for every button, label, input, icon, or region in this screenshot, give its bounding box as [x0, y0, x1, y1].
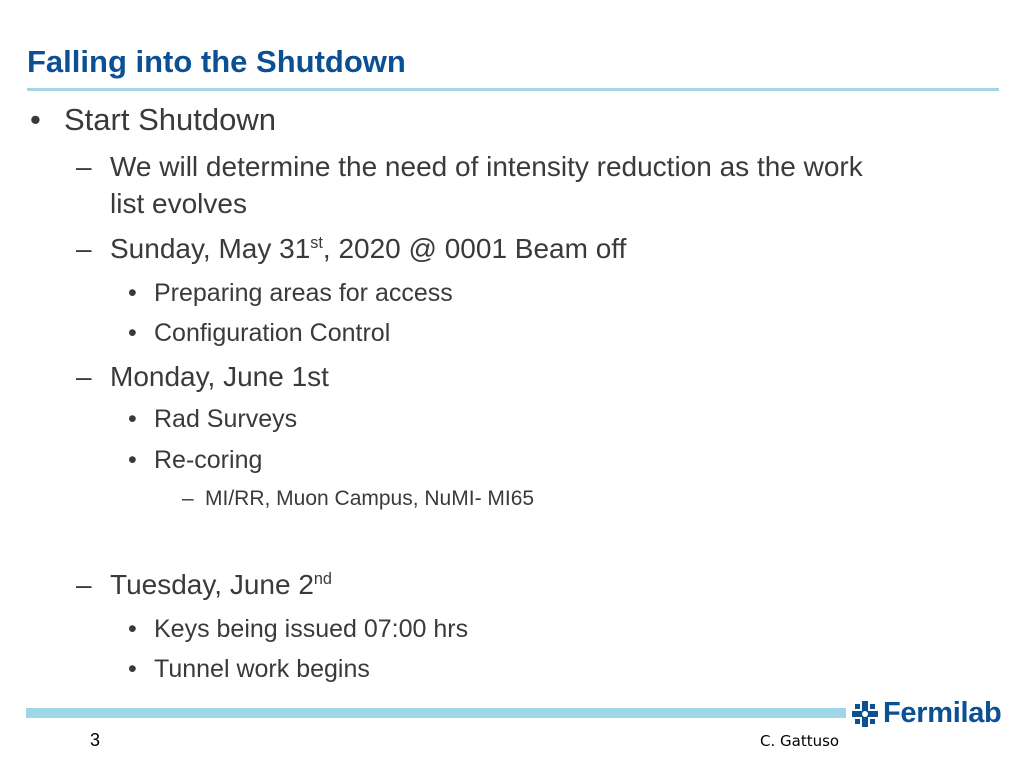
bullet-monday: Monday, June 1st — [110, 361, 329, 392]
dash-marker: – — [76, 361, 92, 392]
fermilab-logo-icon — [852, 700, 878, 727]
bullet-preparing: Preparing areas for access — [154, 279, 453, 307]
tuesday-text: Tuesday, June 2 — [110, 569, 314, 600]
sunday-text: Sunday, May 31 — [110, 233, 311, 264]
bullet-tunnel: Tunnel work begins — [154, 655, 370, 683]
bullet-areas: MI/RR, Muon Campus, NuMI- MI65 — [205, 487, 535, 510]
bullet-rad-surveys: Rad Surveys — [154, 405, 298, 433]
bullet-marker: • — [128, 446, 137, 474]
dash-marker: – — [76, 151, 92, 182]
bullet-intensity: We will determine the need of intensity … — [110, 151, 863, 182]
dash-marker: – — [76, 233, 92, 264]
bullet-tuesday: Tuesday, June 2nd — [110, 569, 332, 601]
fermilab-logo: Fermilab — [851, 697, 1002, 730]
bullet-sunday: Sunday, May 31st, 2020 @ 0001 Beam off — [110, 233, 626, 265]
bullet-intensity-cont: list evolves — [110, 188, 247, 219]
author: C. Gattuso — [760, 732, 840, 750]
bullet-marker: • — [128, 405, 137, 433]
bullet-marker: • — [30, 102, 41, 137]
slide-title: Falling into the Shutdown — [27, 44, 406, 79]
sunday-ordinal: st — [310, 233, 323, 252]
sunday-text-post: , 2020 @ 0001 Beam off — [322, 233, 627, 264]
title-rule — [27, 88, 999, 91]
bullet-start-shutdown: Start Shutdown — [64, 102, 276, 137]
footer-bar — [26, 708, 846, 718]
dash-marker: – — [182, 487, 194, 510]
bullet-marker: • — [128, 279, 137, 307]
logo-text: Fermilab — [883, 697, 1002, 729]
bullet-recoring: Re-coring — [154, 446, 263, 474]
page-number: 3 — [90, 730, 101, 750]
tuesday-ordinal: nd — [313, 569, 332, 588]
bullet-marker: • — [128, 319, 137, 347]
dash-marker: – — [76, 569, 92, 600]
bullet-marker: • — [128, 615, 137, 643]
bullet-keys: Keys being issued 07:00 hrs — [154, 615, 469, 643]
bullet-marker: • — [128, 655, 137, 683]
bullet-configuration: Configuration Control — [154, 319, 391, 347]
